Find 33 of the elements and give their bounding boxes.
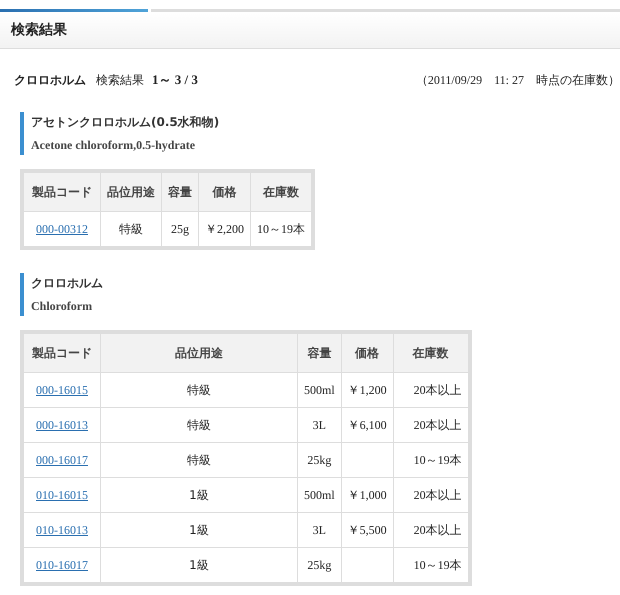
page-title: 検索結果 <box>11 21 67 39</box>
grade-cell: 特級 <box>100 442 298 478</box>
column-header: 品位用途 <box>100 332 298 372</box>
product-name-japanese: アセトンクロロホルム(0.5水和物) <box>31 114 220 131</box>
search-query: クロロホルム <box>14 72 86 89</box>
price-cell: ￥1,000 <box>341 478 394 512</box>
price-cell: ￥6,100 <box>341 408 394 442</box>
column-header: 価格 <box>341 332 394 372</box>
column-header: 在庫数 <box>393 332 470 372</box>
results-range: 1～ 3 / 3 <box>152 71 198 89</box>
grade-cell: 1級 <box>100 512 298 548</box>
column-header: 容量 <box>162 171 198 212</box>
grade-cell: 1級 <box>100 478 298 512</box>
size-cell: 3L <box>298 408 342 442</box>
size-cell: 3L <box>298 512 342 548</box>
size-cell: 500ml <box>298 478 342 512</box>
stock-timestamp: （2011/09/29 11: 27 時点の在庫数） <box>416 72 620 89</box>
size-cell: 500ml <box>298 372 342 408</box>
grade-cell: 特級 <box>100 372 298 408</box>
column-header: 製品コード <box>22 332 100 372</box>
price-cell: ￥1,200 <box>341 372 394 408</box>
column-header: 価格 <box>198 171 250 212</box>
price-cell: ￥5,500 <box>341 512 394 548</box>
product-name-japanese: クロロホルム <box>31 275 104 292</box>
product-name-english: Acetone chloroform,0.5-hydrate <box>31 138 196 153</box>
grade-cell: 特級 <box>100 408 298 442</box>
column-header: 品位用途 <box>100 171 162 212</box>
column-header: 在庫数 <box>250 171 313 212</box>
column-header: 製品コード <box>22 171 100 212</box>
product-name-english: Chloroform <box>31 299 94 314</box>
results-label: 検索結果 <box>96 72 144 89</box>
column-header: 容量 <box>298 332 342 372</box>
size-cell: 25kg <box>298 442 342 478</box>
